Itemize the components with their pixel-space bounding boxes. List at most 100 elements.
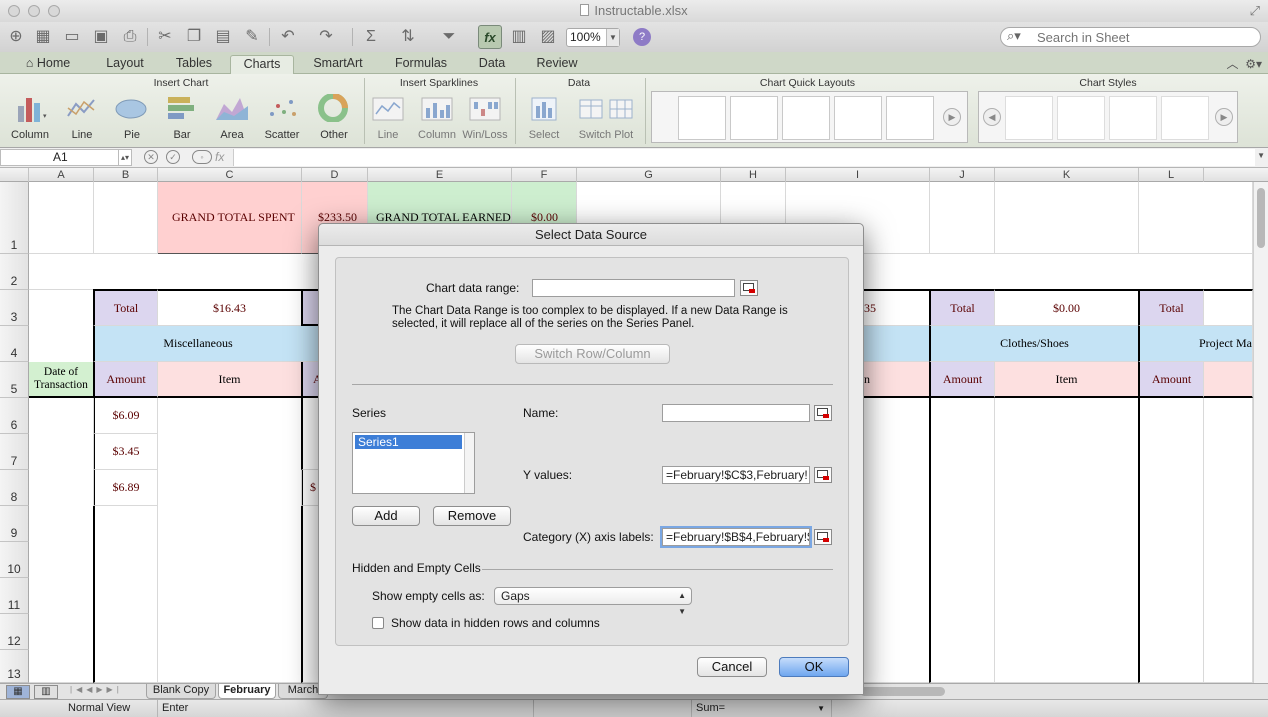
filter-icon[interactable]: ⏷ [437, 25, 461, 49]
add-series-button[interactable]: Add [352, 506, 420, 526]
cancel-button[interactable]: Cancel [697, 657, 767, 677]
column-header[interactable]: L [1139, 168, 1204, 182]
column-header[interactable]: G [577, 168, 721, 182]
chart-style-3[interactable] [1109, 96, 1157, 140]
row-header[interactable]: 3 [0, 290, 29, 326]
column-header[interactable]: E [368, 168, 512, 182]
sparkline-winloss-button[interactable]: Win/Loss [459, 94, 511, 144]
total-value-partial[interactable]: 35 [864, 289, 930, 326]
row-header[interactable]: 12 [0, 614, 29, 650]
amount-header[interactable]: Amount [93, 362, 158, 398]
date-column[interactable] [29, 398, 94, 683]
partial-cell[interactable] [301, 289, 319, 326]
item-column[interactable] [995, 398, 1139, 683]
row-header[interactable]: 2 [0, 254, 29, 290]
autosum-icon[interactable]: Σ [359, 25, 383, 49]
partial-column[interactable] [301, 398, 319, 470]
sheet-tab-february[interactable]: February [218, 684, 276, 699]
series-scrollbar[interactable] [464, 433, 474, 493]
name-box[interactable]: A1 ▴▾ [0, 149, 132, 166]
total-label[interactable]: Total [1138, 289, 1204, 326]
zoom-select[interactable]: 100% ▼ [566, 28, 620, 47]
column-header[interactable]: I [786, 168, 930, 182]
cancel-entry-icon[interactable]: ✕ [144, 150, 158, 164]
item-header-partial[interactable] [1204, 362, 1253, 398]
column-header[interactable]: A [29, 168, 94, 182]
tab-data[interactable]: Data [470, 55, 514, 74]
chevron-left-icon[interactable]: ◀ [983, 108, 1001, 126]
total-label[interactable]: Total [929, 289, 995, 326]
quick-layout-5[interactable] [886, 96, 934, 140]
sheet-navigation-icon[interactable]: |◀◀▶▶| [70, 685, 123, 694]
scrollbar-thumb[interactable] [1257, 188, 1265, 248]
help-icon[interactable]: ? [633, 28, 651, 46]
amount-column[interactable] [1138, 398, 1204, 683]
column-header[interactable]: C [158, 168, 302, 182]
sparkline-line-button[interactable]: Line [362, 94, 414, 144]
cut-icon[interactable]: ✂ [153, 25, 177, 49]
sheet-tab-blank-copy[interactable]: Blank Copy [146, 684, 216, 699]
quick-layout-1[interactable] [678, 96, 726, 140]
row-header[interactable]: 1 [0, 182, 29, 254]
item-column[interactable] [1204, 398, 1253, 683]
amount-cell[interactable]: $6.89 [93, 470, 158, 506]
normal-view-icon[interactable]: ▦ [6, 685, 30, 699]
switch-row-column-button[interactable]: Switch Row/Column [515, 344, 670, 364]
chart-style-4[interactable] [1161, 96, 1209, 140]
category-header[interactable]: Clothes/Shoes [929, 326, 1139, 362]
row-header[interactable]: 6 [0, 398, 29, 434]
column-header[interactable]: K [995, 168, 1139, 182]
column-header[interactable]: H [721, 168, 786, 182]
formula-toggle-icon[interactable]: ◦ [192, 150, 212, 164]
horizontal-scrollbar-thumb[interactable] [860, 687, 945, 696]
row-header[interactable]: 9 [0, 506, 29, 542]
chevron-right-icon[interactable]: ▶ [943, 108, 961, 126]
row-header[interactable]: 7 [0, 434, 29, 470]
remove-series-button[interactable]: Remove [433, 506, 511, 526]
range-selector-icon[interactable] [814, 405, 832, 421]
chevron-down-icon[interactable]: ▼ [1257, 151, 1265, 160]
column-header[interactable]: F [512, 168, 577, 182]
amount-cell[interactable]: $3.45 [93, 434, 158, 470]
insert-other-chart-button[interactable]: Other [308, 93, 360, 144]
amount-cell-partial[interactable]: $ [301, 470, 319, 506]
tab-charts[interactable]: Charts [230, 55, 294, 74]
formula-input[interactable] [233, 149, 1255, 166]
amount-cell[interactable]: $6.09 [93, 398, 158, 434]
quick-layout-3[interactable] [782, 96, 830, 140]
amount-header[interactable]: Amount [929, 362, 995, 398]
series-list[interactable]: Series1 [352, 432, 475, 494]
row-header[interactable]: 5 [0, 362, 29, 398]
insert-scatter-chart-button[interactable]: Scatter [256, 94, 308, 144]
grid-cell[interactable] [995, 182, 1139, 254]
chart-data-range-input[interactable] [532, 279, 735, 297]
collapse-ribbon-icon[interactable]: ︿ [1227, 57, 1239, 71]
select-all-corner[interactable] [0, 168, 29, 182]
category-axis-input[interactable]: =February!$B$4,February!$ [662, 528, 810, 546]
grand-total-spent-label[interactable]: GRAND TOTAL SPENT [158, 182, 302, 254]
amount-column[interactable] [93, 506, 158, 683]
save-icon[interactable]: ▣ [89, 25, 113, 49]
insert-area-chart-button[interactable]: Area [206, 94, 258, 144]
formula-builder-icon[interactable]: fx [478, 25, 502, 49]
item-header[interactable]: Item [158, 362, 302, 398]
quick-layout-2[interactable] [730, 96, 778, 140]
total-label[interactable]: Total [93, 289, 158, 326]
search-input[interactable] [1037, 30, 1252, 45]
range-selector-icon[interactable] [814, 467, 832, 483]
gear-icon[interactable]: ⚙▾ [1245, 57, 1262, 71]
grid-cell[interactable] [930, 182, 995, 254]
insert-bar-chart-button[interactable]: Bar [156, 94, 208, 144]
sparkline-column-button[interactable]: Column [411, 94, 463, 144]
column-header[interactable]: B [94, 168, 158, 182]
chevron-right-icon[interactable]: ▶ [1215, 108, 1233, 126]
media-browser-icon[interactable]: ▨ [536, 25, 560, 49]
new-document-icon[interactable]: ⊕ [4, 25, 28, 49]
total-value[interactable]: $16.43 [158, 289, 302, 326]
category-header-partial[interactable] [864, 326, 930, 362]
chart-style-2[interactable] [1057, 96, 1105, 140]
row-header[interactable]: 8 [0, 470, 29, 506]
tab-tables[interactable]: Tables [166, 55, 222, 74]
page-layout-view-icon[interactable]: ▥ [34, 685, 58, 699]
item-column[interactable] [864, 398, 930, 683]
